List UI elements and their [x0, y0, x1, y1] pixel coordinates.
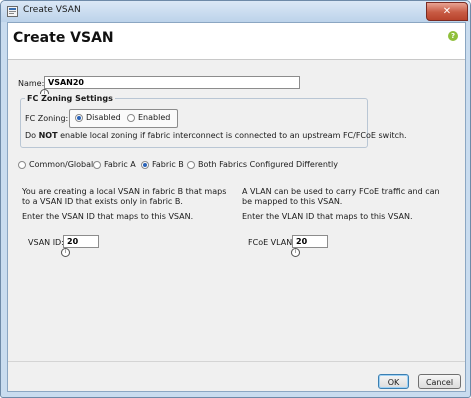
name-label: Name:	[18, 79, 45, 88]
info-icon[interactable]: i	[291, 248, 300, 257]
title-bar[interactable]: Create VSAN ✕	[1, 1, 470, 22]
fabric-both-label[interactable]: Both Fabrics Configured Differently	[198, 160, 338, 169]
fc-zoning-radio-group: Disabled Enabled	[69, 109, 178, 128]
zoning-warning: Do NOT enable local zoning if fabric int…	[25, 131, 407, 140]
vsan-id-label: VSAN ID:	[28, 238, 64, 247]
warning-text: enable local zoning if fabric interconne…	[57, 131, 407, 140]
close-button[interactable]: ✕	[426, 2, 468, 21]
close-icon: ✕	[442, 6, 452, 17]
dialog-window: Create VSAN ✕ Create VSAN ? Name: i FC Z…	[0, 0, 471, 398]
fc-zoning-disabled-radio[interactable]	[75, 114, 83, 122]
help-icon[interactable]: ?	[448, 31, 458, 41]
fabric-common-label[interactable]: Common/Global	[29, 160, 93, 169]
vsan-description: You are creating a local VSAN in fabric …	[22, 187, 227, 206]
fc-zoning-enabled-radio[interactable]	[127, 114, 135, 122]
dialog-header: Create VSAN ?	[8, 23, 465, 60]
footer-divider	[8, 361, 465, 362]
vsan-id-input[interactable]	[63, 235, 99, 248]
fabric-common-radio[interactable]	[18, 161, 26, 169]
fc-zoning-label: FC Zoning:	[25, 114, 69, 123]
name-input[interactable]	[44, 76, 300, 89]
fabric-b-radio[interactable]	[141, 161, 149, 169]
fabric-both-radio[interactable]	[187, 161, 195, 169]
fcoe-vlan-input[interactable]	[292, 235, 328, 248]
fc-zoning-enabled-label[interactable]: Enabled	[138, 113, 170, 122]
warning-prefix: Do	[25, 131, 39, 140]
window-title: Create VSAN	[23, 5, 81, 15]
ok-button[interactable]: OK	[378, 374, 409, 389]
fc-zoning-disabled-label[interactable]: Disabled	[86, 113, 121, 122]
fc-zoning-legend: FC Zoning Settings	[25, 94, 115, 103]
cancel-button[interactable]: Cancel	[418, 374, 461, 389]
vlan-instruction: Enter the VLAN ID that maps to this VSAN…	[242, 212, 413, 221]
dialog-body: Create VSAN ? Name: i FC Zoning Settings…	[7, 22, 466, 392]
vsan-app-icon	[7, 6, 18, 17]
info-icon[interactable]: i	[61, 248, 70, 257]
dialog-title: Create VSAN	[13, 30, 114, 46]
vsan-instruction: Enter the VSAN ID that maps to this VSAN…	[22, 212, 194, 221]
fabric-a-radio[interactable]	[93, 161, 101, 169]
warning-emphasis: NOT	[38, 131, 58, 140]
fabric-b-label[interactable]: Fabric B	[152, 160, 184, 169]
vlan-description: A VLAN can be used to carry FCoE traffic…	[242, 187, 440, 206]
fabric-a-label[interactable]: Fabric A	[104, 160, 136, 169]
fcoe-vlan-label: FCoE VLAN:	[248, 238, 295, 247]
